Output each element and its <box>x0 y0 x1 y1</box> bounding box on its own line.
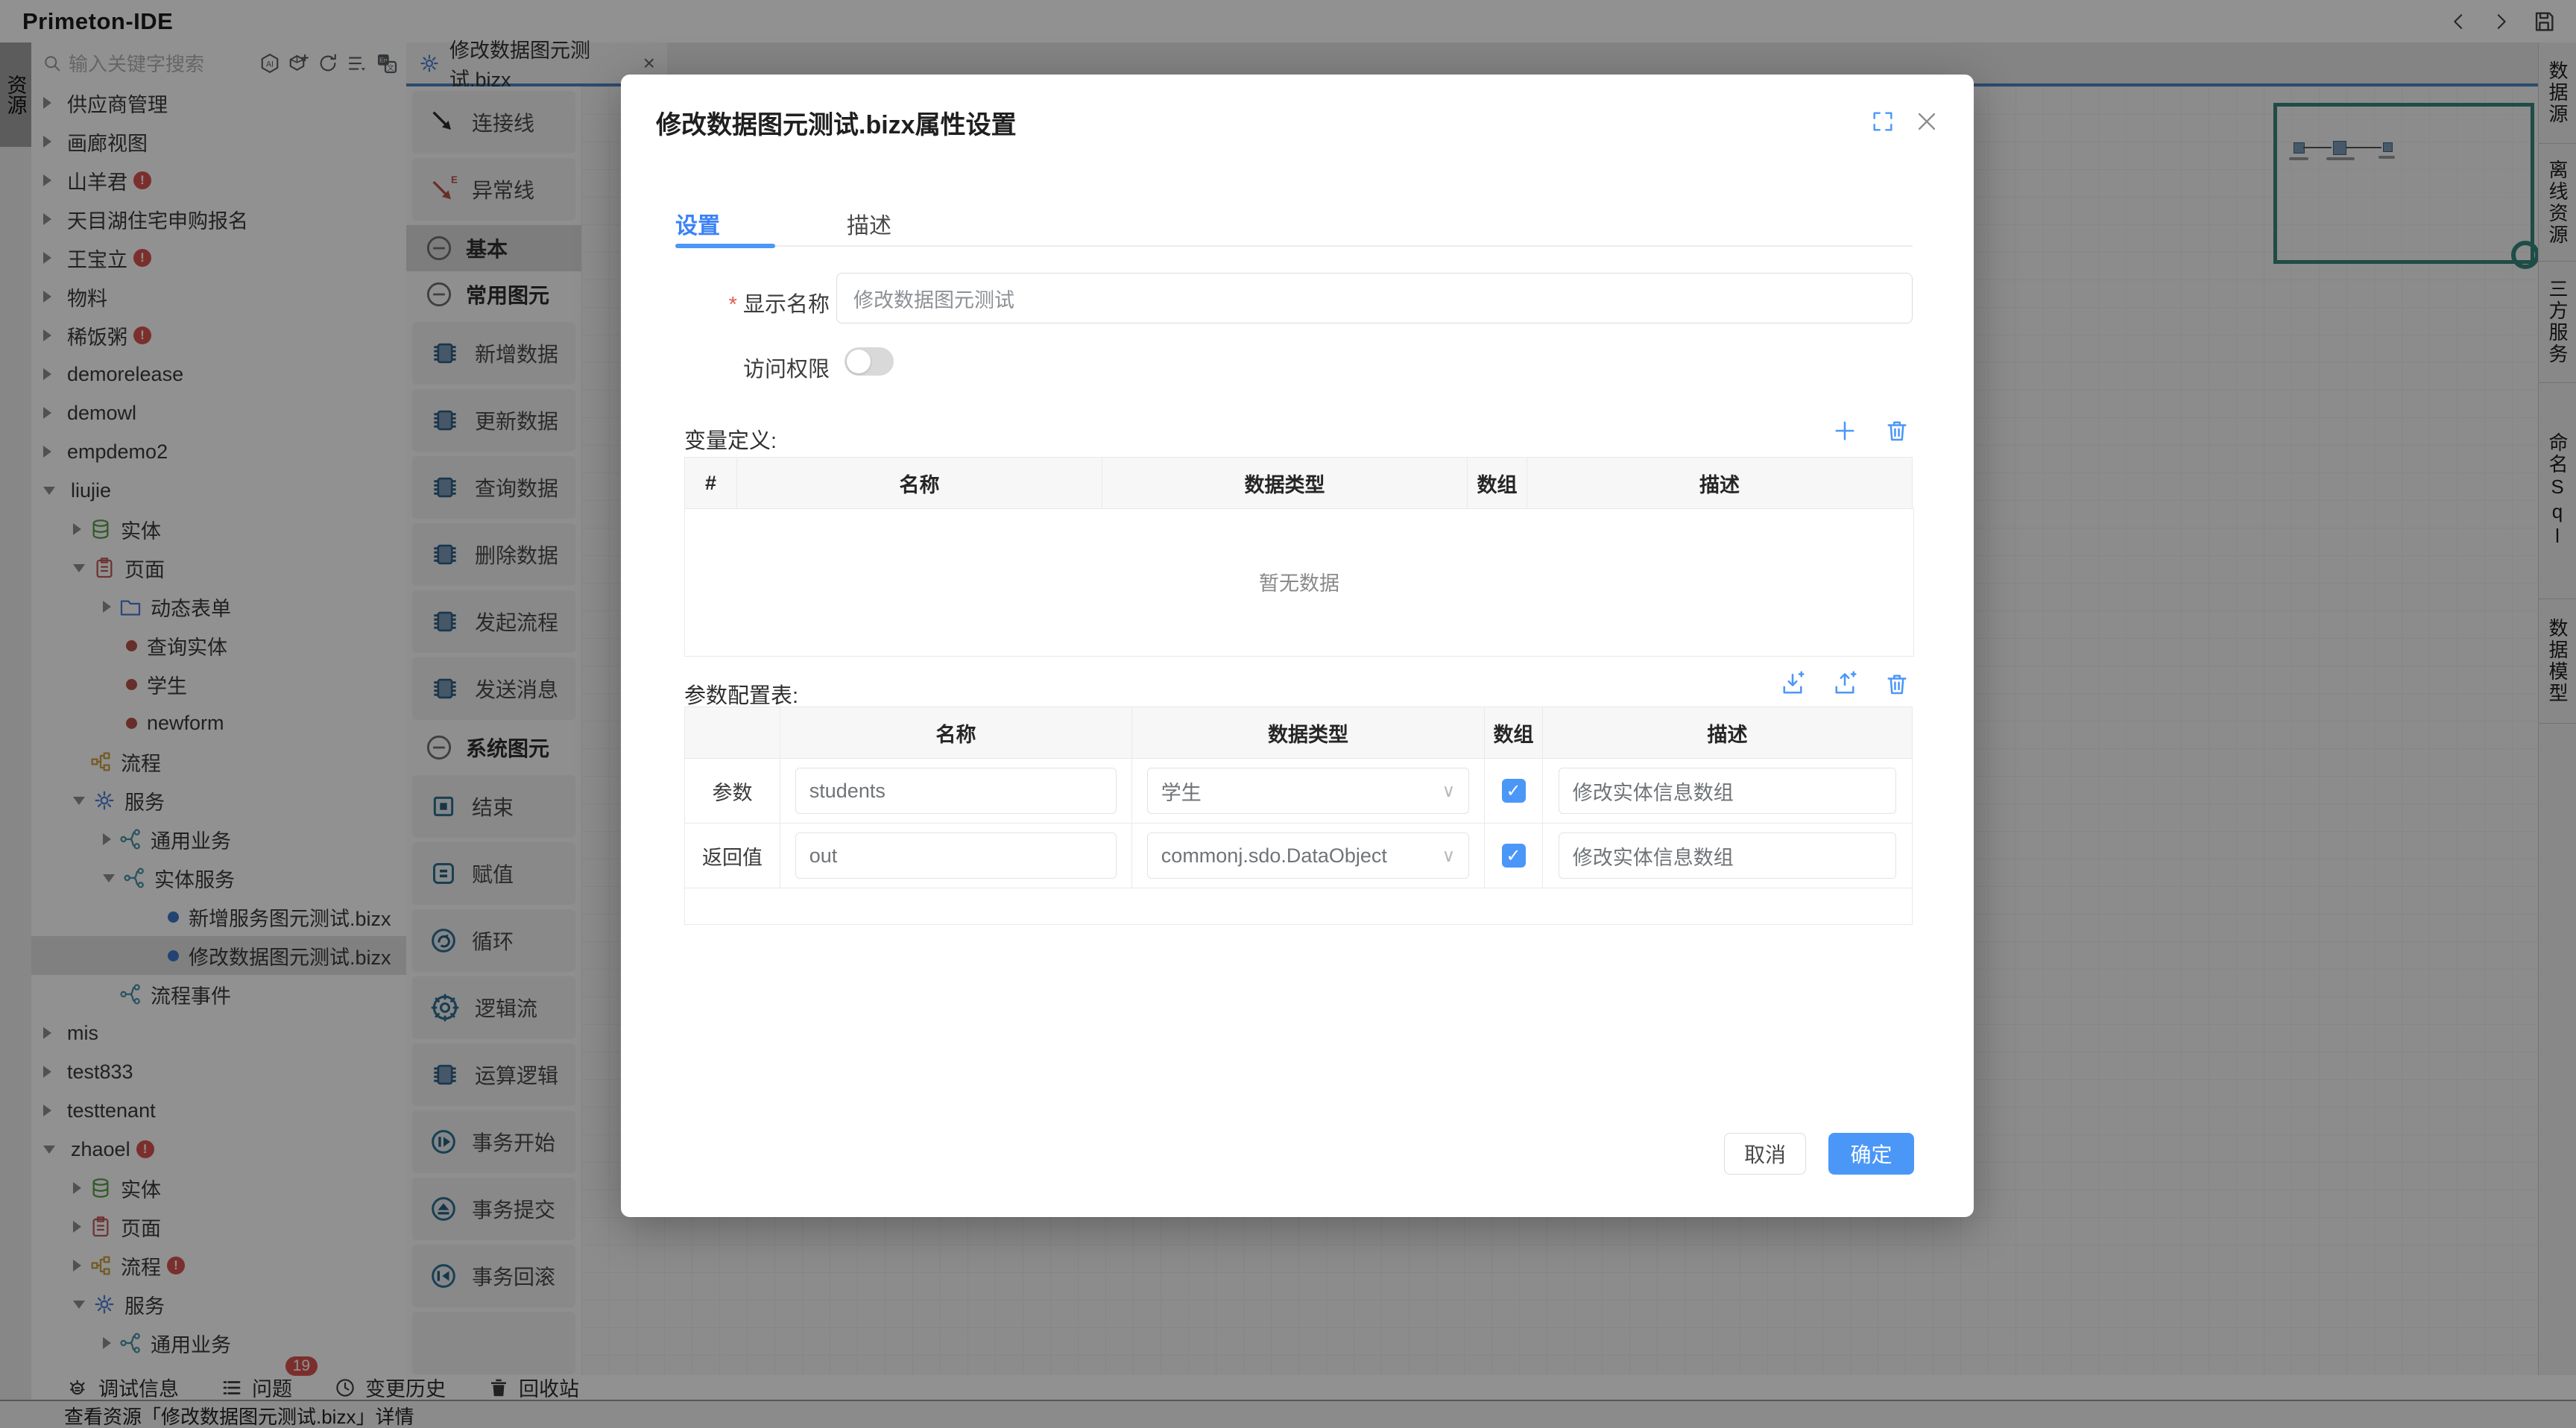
tabs-divider <box>675 245 1913 247</box>
params-table: 名称 数据类型 数组 描述 参数students学生∨✓修改实体信息数组返回值o… <box>684 707 1913 925</box>
params-actions <box>1779 671 1910 698</box>
access-label: 访问权限 <box>703 352 830 383</box>
col-datatype: 数据类型 <box>1102 458 1468 509</box>
param-row-type: 参数 <box>685 759 780 824</box>
display-name-input[interactable] <box>836 273 1913 323</box>
param-desc-input[interactable]: 修改实体信息数组 <box>1559 833 1897 879</box>
col-datatype: 数据类型 <box>1132 707 1485 759</box>
col-rowtype <box>685 707 780 759</box>
array-checkbox[interactable]: ✓ <box>1502 844 1526 868</box>
param-desc-input[interactable]: 修改实体信息数组 <box>1559 768 1897 814</box>
tab-description[interactable]: 描述 <box>847 207 891 240</box>
empty-param-row <box>685 888 1913 925</box>
chevron-down-icon: ∨ <box>1442 780 1456 802</box>
tab-settings[interactable]: 设置 <box>675 207 720 240</box>
param-name-input[interactable]: out <box>795 833 1117 879</box>
variables-table: # 名称 数据类型 数组 描述 <box>684 457 1913 509</box>
param-type-cell: commonj.sdo.DataObject∨ <box>1132 824 1485 888</box>
param-type-cell: 学生∨ <box>1132 759 1485 824</box>
col-desc: 描述 <box>1527 458 1913 509</box>
params-label: 参数配置表: <box>684 678 798 710</box>
col-index: # <box>685 458 737 509</box>
param-name-cell: out <box>780 824 1132 888</box>
col-array: 数组 <box>1468 458 1527 509</box>
col-array: 数组 <box>1485 707 1543 759</box>
import-params-icon[interactable] <box>1779 671 1806 698</box>
col-desc: 描述 <box>1543 707 1913 759</box>
param-name-cell: students <box>780 759 1132 824</box>
toggle-knob <box>847 350 871 373</box>
dialog-footer: 取消 确定 <box>1724 1133 1914 1175</box>
col-name: 名称 <box>737 458 1102 509</box>
param-type-select[interactable]: 学生∨ <box>1147 768 1469 814</box>
delete-params-icon[interactable] <box>1884 671 1910 698</box>
cancel-button[interactable]: 取消 <box>1724 1133 1806 1175</box>
param-name-input[interactable]: students <box>795 768 1117 814</box>
variables-label: 变量定义: <box>684 423 777 455</box>
add-variable-icon[interactable] <box>1831 417 1858 444</box>
primeton-ide-app: Primeton-IDE 资源 输入关键字搜索 AIEn文 供应商管理画廊视图山… <box>0 0 2576 1428</box>
active-tab-indicator <box>675 244 775 248</box>
param-row-type: 返回值 <box>685 824 780 888</box>
param-array-cell: ✓ <box>1485 759 1543 824</box>
param-row-参数: 参数 students 学生∨ ✓ 修改实体信息数组 <box>685 759 1913 824</box>
chevron-down-icon: ∨ <box>1442 845 1456 867</box>
fullscreen-icon[interactable] <box>1870 109 1895 134</box>
param-array-cell: ✓ <box>1485 824 1543 888</box>
properties-dialog: 修改数据图元测试.bizx属性设置 设置 描述 显示名称 访问权限 变量定义: … <box>621 75 1974 1217</box>
dialog-tabs: 设置 描述 <box>675 207 891 240</box>
param-desc-cell: 修改实体信息数组 <box>1543 759 1913 824</box>
param-row-返回值: 返回值 out commonj.sdo.DataObject∨ ✓ 修改实体信息数组 <box>685 824 1913 888</box>
param-type-select[interactable]: commonj.sdo.DataObject∨ <box>1147 833 1469 879</box>
col-name: 名称 <box>780 707 1132 759</box>
dialog-title: 修改数据图元测试.bizx属性设置 <box>656 104 1017 141</box>
export-params-icon[interactable] <box>1831 671 1858 698</box>
access-toggle[interactable] <box>845 347 894 376</box>
delete-variable-icon[interactable] <box>1884 417 1910 444</box>
close-icon[interactable] <box>1914 109 1939 134</box>
display-name-label: 显示名称 <box>703 287 830 318</box>
ok-button[interactable]: 确定 <box>1828 1133 1914 1175</box>
array-checkbox[interactable]: ✓ <box>1502 779 1526 803</box>
variables-actions <box>1831 417 1910 444</box>
param-desc-cell: 修改实体信息数组 <box>1543 824 1913 888</box>
variables-empty-state: 暂无数据 <box>684 507 1914 657</box>
